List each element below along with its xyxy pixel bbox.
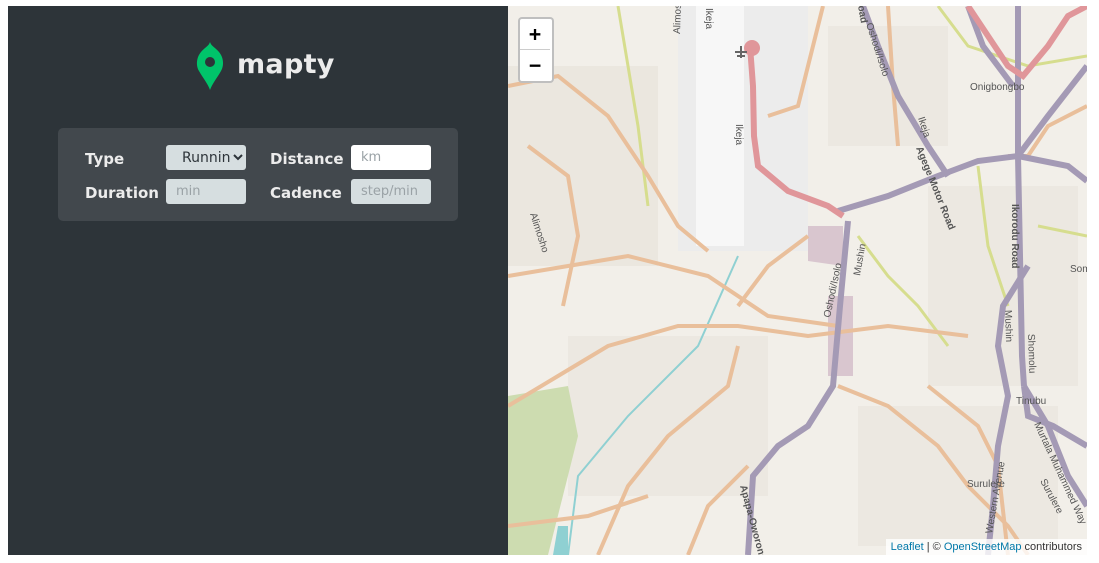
map-pin-logo-icon: [196, 42, 224, 90]
cadence-label: Cadence: [270, 184, 342, 202]
label-tinubu: Tinubu: [1016, 396, 1046, 407]
label-shomolu: Shomolu: [1025, 334, 1037, 374]
map-attribution: Leaflet | © OpenStreetMap contributors: [885, 539, 1087, 555]
label-alimosho-top: Alimos: [672, 6, 684, 34]
sidebar: mapty Type Running Cycling Distance Dura…: [8, 6, 508, 555]
openstreetmap-link[interactable]: OpenStreetMap: [944, 541, 1022, 553]
attribution-separator: | ©: [923, 541, 944, 553]
cadence-input[interactable]: [351, 179, 431, 204]
attribution-suffix: contributors: [1021, 541, 1082, 553]
label-mushin-right: Mushin: [1002, 310, 1014, 343]
logo: mapty: [195, 37, 335, 95]
duration-label: Duration: [85, 184, 159, 202]
type-label: Type: [85, 150, 125, 168]
commercial-area: [808, 226, 843, 266]
label-ikeja-top: Ikeja: [703, 8, 714, 30]
distance-input[interactable]: [351, 145, 431, 170]
type-select[interactable]: Running Cycling: [166, 145, 246, 170]
duration-input[interactable]: [166, 179, 246, 204]
workout-form: Type Running Cycling Distance Duration C…: [58, 128, 458, 221]
leaflet-link[interactable]: Leaflet: [891, 541, 924, 553]
label-onigbongbo: Onigbongbo: [970, 82, 1025, 93]
zoom-out-button[interactable]: −: [520, 50, 550, 80]
zoom-control: + −: [518, 17, 554, 83]
label-ikeja-runway: Ikeja: [733, 124, 744, 146]
distance-label: Distance: [270, 150, 344, 168]
app-name: mapty: [237, 48, 335, 80]
zoom-in-button[interactable]: +: [520, 19, 550, 50]
label-ikorodu-road: Ikorodu Road: [1009, 204, 1020, 268]
map-tiles[interactable]: Onigbongbo Som Tinubu Surulere Agege Mot…: [508, 6, 1087, 555]
map[interactable]: Onigbongbo Som Tinubu Surulere Agege Mot…: [508, 6, 1087, 555]
label-som: Som: [1070, 264, 1087, 275]
airport-terminal-marker: [744, 40, 760, 56]
